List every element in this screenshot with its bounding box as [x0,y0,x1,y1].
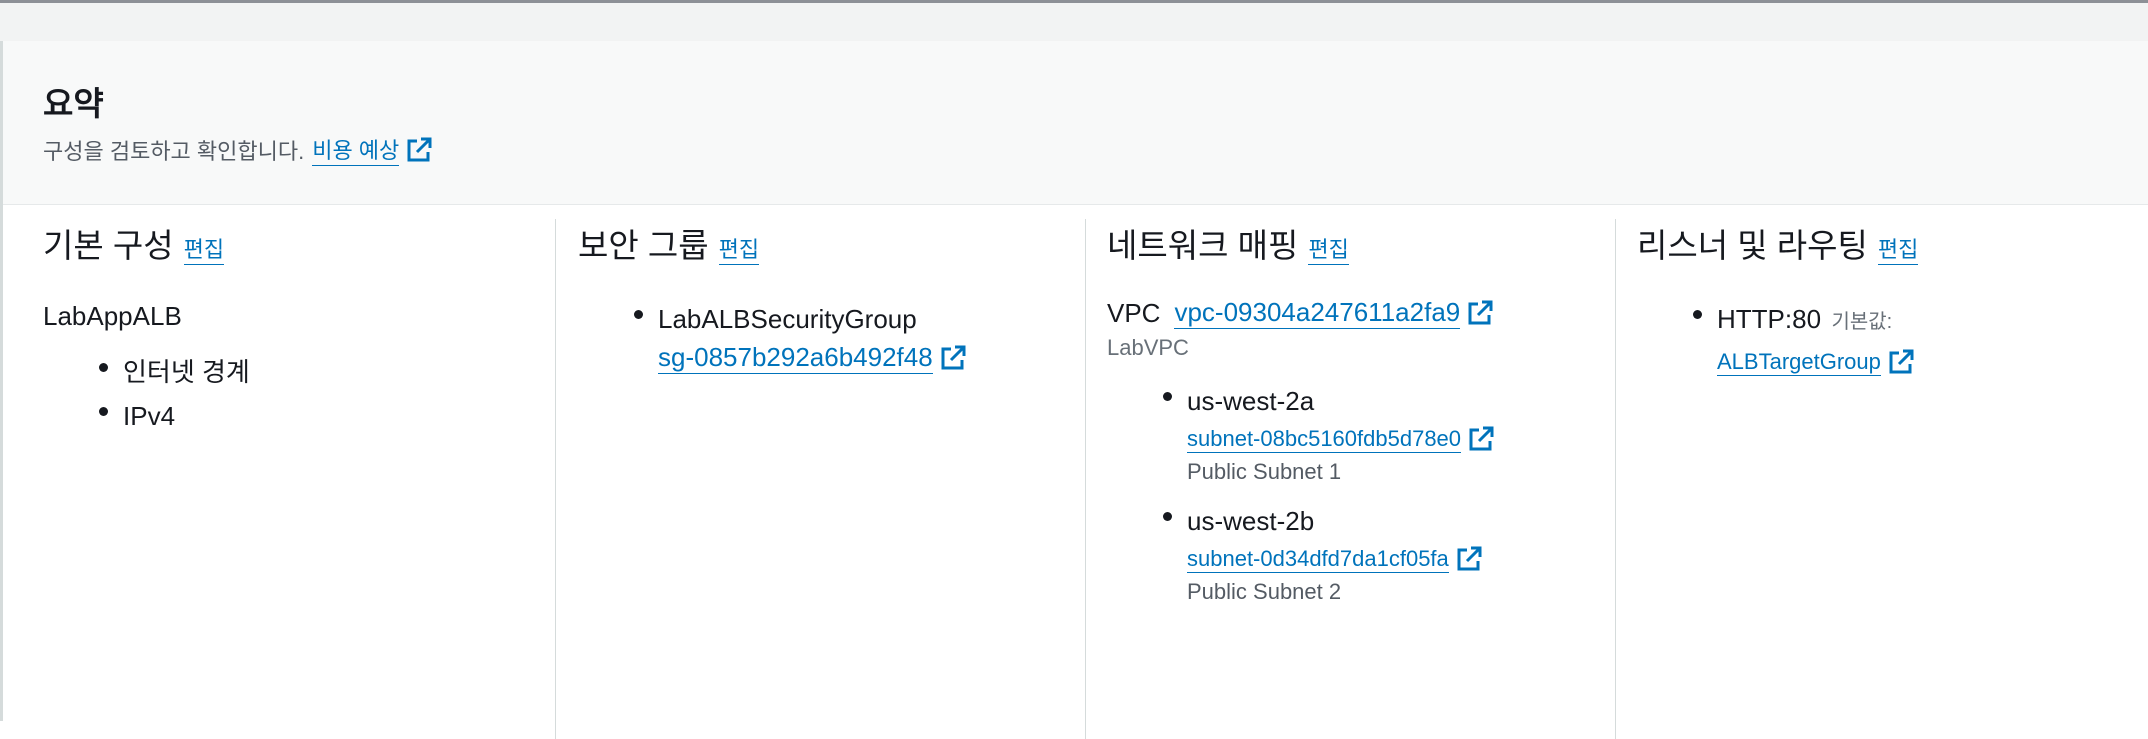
listener-list: HTTP:80 기본값: ALBTargetGroup [1693,297,2145,376]
zone-name: us-west-2a [1187,386,1315,416]
list-item: us-west-2a subnet-08bc5160fdb5d78e0 Publ… [1163,379,1615,485]
basic-config-list: 인터넷 경계 IPv4 [99,350,553,438]
summary-description: 구성을 검토하고 확인합니다. 비용 예상 [43,133,433,166]
list-item: LabALBSecurityGroup sg-0857b292a6b492f48 [634,297,1085,374]
external-link-icon[interactable] [1466,299,1494,327]
security-groups-title: 보안 그룹 편집 [578,219,1085,267]
basic-config-title: 기본 구성 편집 [43,219,553,267]
summary-description-text: 구성을 검토하고 확인합니다. [43,138,305,164]
subnet-id-link[interactable]: subnet-08bc5160fdb5d78e0 [1187,426,1462,453]
network-mapping-heading: 네트워크 매핑 [1107,227,1299,264]
security-groups-heading: 보안 그룹 [578,227,709,264]
listeners-routing-section: 리스너 및 라우팅 편집 HTTP:80 기본값: ALBTargetGroup [1615,219,2145,739]
cost-estimate-link[interactable]: 비용 예상 [312,133,400,166]
security-group-list: LabALBSecurityGroup sg-0857b292a6b492f48 [634,297,1085,374]
list-item: IPv4 [99,394,553,438]
subnet-id-link[interactable]: subnet-0d34dfd7da1cf05fa [1187,546,1449,573]
listeners-routing-title: 리스너 및 라우팅 편집 [1637,219,2145,267]
network-mapping-title: 네트워크 매핑 편집 [1107,219,1615,267]
listeners-routing-heading: 리스너 및 라우팅 [1637,227,1868,264]
vpc-id-link[interactable]: vpc-09304a247611a2fa9 [1174,297,1461,329]
list-item: 인터넷 경계 [99,350,553,394]
listener-protocol: HTTP:80 [1717,304,1822,334]
vpc-row: VPC vpc-09304a247611a2fa9 [1107,297,1615,329]
subnet-name: Public Subnet 1 [1187,459,1342,484]
edit-basic-link[interactable]: 편집 [183,232,225,265]
list-item: us-west-2b subnet-0d34dfd7da1cf05fa Publ… [1163,499,1615,605]
list-item: HTTP:80 기본값: ALBTargetGroup [1693,297,2145,376]
zone-list: us-west-2a subnet-08bc5160fdb5d78e0 Publ… [1163,379,1615,605]
external-link-icon[interactable] [1455,545,1483,573]
external-link-icon[interactable] [1887,348,1915,376]
edit-security-link[interactable]: 편집 [718,232,760,265]
external-link-icon[interactable] [405,136,433,164]
security-group-name: LabALBSecurityGroup [658,304,917,334]
summary-card: 요약 구성을 검토하고 확인합니다. 비용 예상 기본 구성 편집 LabApp… [0,41,2148,739]
top-bar [0,0,2148,41]
target-group-link[interactable]: ALBTargetGroup [1717,349,1881,376]
security-groups-section: 보안 그룹 편집 LabALBSecurityGroup sg-0857b292… [555,219,1085,739]
edit-listener-link[interactable]: 편집 [1877,232,1919,265]
external-link-icon[interactable] [1467,425,1495,453]
basic-config-section: 기본 구성 편집 LabAppALB 인터넷 경계 IPv4 [43,219,553,739]
zone-name: us-west-2b [1187,506,1315,536]
vpc-label: VPC [1107,297,1161,328]
summary-title: 요약 [43,85,104,122]
edit-network-link[interactable]: 편집 [1308,232,1349,265]
basic-config-heading: 기본 구성 [43,227,174,264]
lb-name: LabAppALB [43,301,182,331]
external-link-icon[interactable] [939,344,967,372]
summary-header: 요약 구성을 검토하고 확인합니다. 비용 예상 [3,41,2148,205]
security-group-id-link[interactable]: sg-0857b292a6b492f48 [658,341,933,374]
subnet-name: Public Subnet 2 [1187,579,1342,604]
default-label: 기본값: [1831,311,1893,333]
vpc-name: LabVPC [1107,335,1189,360]
network-mapping-section: 네트워크 매핑 편집 VPC vpc-09304a247611a2fa9 Lab… [1085,219,1615,739]
